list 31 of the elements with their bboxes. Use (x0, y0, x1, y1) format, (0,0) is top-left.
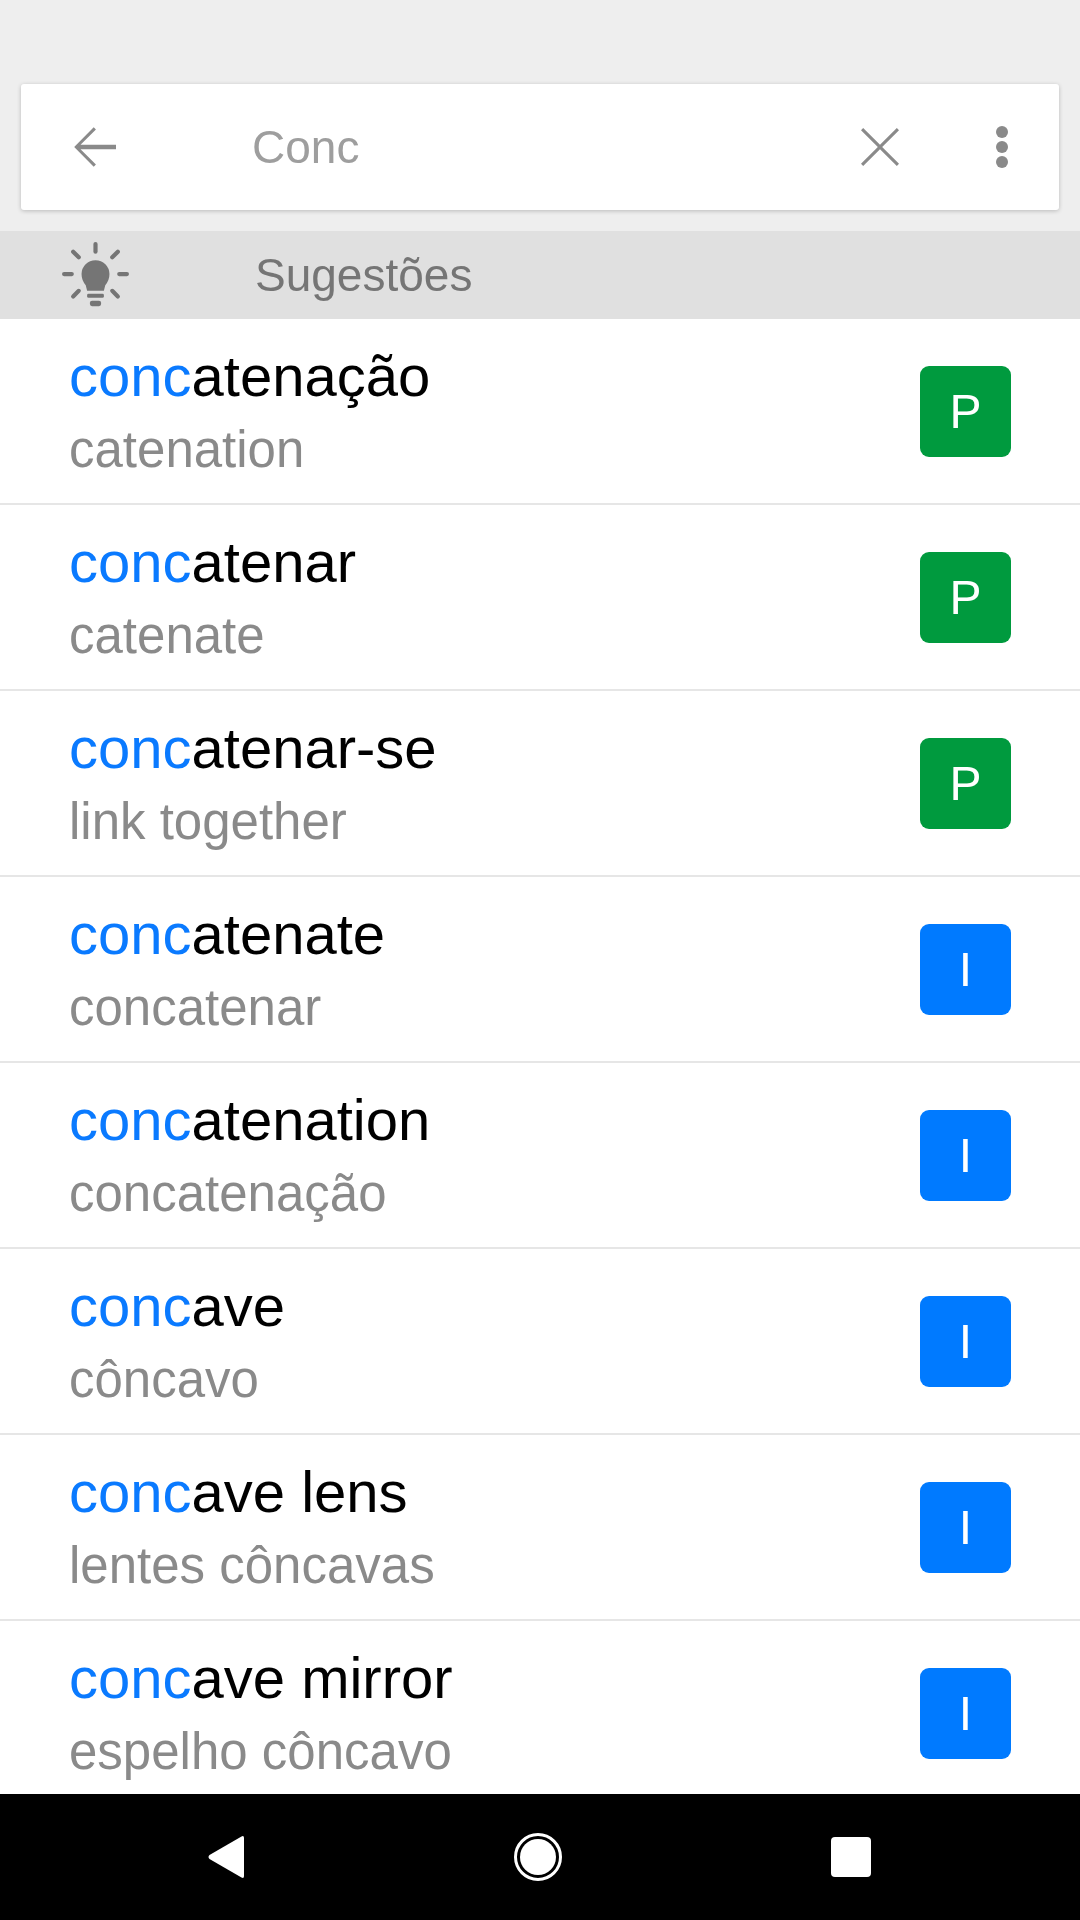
close-icon[interactable] (861, 128, 899, 166)
suggestion-term: concatenation (69, 1088, 431, 1152)
more-icon[interactable] (996, 126, 1008, 168)
language-badge: P (920, 737, 1011, 829)
suggestion-term: concatenação (69, 344, 431, 408)
suggestion-term: concatenar (69, 530, 356, 594)
back-triangle-icon[interactable] (207, 1835, 245, 1879)
section-title: Sugestões (255, 248, 473, 302)
translation-text: concatenação (69, 1166, 387, 1222)
suggestion-term: concave lens (69, 1460, 408, 1524)
translation-text: côncavo (69, 1352, 259, 1408)
suggestion-term: concave (69, 1274, 286, 1338)
language-badge: P (920, 551, 1011, 643)
language-badge: I (920, 1109, 1011, 1201)
translation-text: link together (69, 794, 347, 850)
translation-text: espelho côncavo (69, 1724, 452, 1780)
suggestion-term: concatenar-se (69, 716, 437, 780)
language-badge: P (920, 365, 1011, 457)
translation-text: catenate (69, 608, 265, 664)
home-icon[interactable] (514, 1833, 562, 1881)
back-icon[interactable] (72, 125, 116, 169)
suggestion-term: concave mirror (69, 1646, 453, 1710)
language-badge: I (920, 1295, 1011, 1387)
translation-text: lentes côncavas (69, 1538, 435, 1594)
lightbulb-icon (62, 241, 129, 309)
suggestion-term: concatenate (69, 902, 386, 966)
language-badge: I (920, 1481, 1011, 1573)
translation-text: concatenar (69, 980, 322, 1036)
language-badge: I (920, 1667, 1011, 1759)
translation-text: catenation (69, 422, 305, 478)
language-badge: I (920, 923, 1011, 1015)
